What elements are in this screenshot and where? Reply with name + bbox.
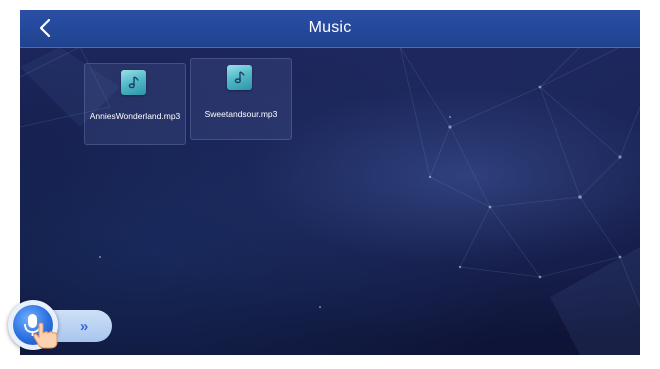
file-name: AnniesWonderland.mp3 [89, 111, 181, 121]
double-chevron-right-icon: » [80, 318, 88, 335]
music-note-icon [121, 70, 146, 95]
file-item-sweetandsour[interactable]: Sweetandsour.mp3 [190, 58, 292, 140]
top-bar: Music [20, 10, 640, 48]
page-title: Music [308, 19, 352, 36]
music-note-icon [227, 65, 252, 90]
hand-pointer-icon [33, 322, 58, 349]
voice-assistant-button[interactable] [8, 300, 58, 350]
voice-assistant-widget: » [8, 300, 128, 354]
file-item-annieswonderland[interactable]: AnniesWonderland.mp3 [84, 63, 186, 145]
file-name: Sweetandsour.mp3 [204, 109, 278, 119]
